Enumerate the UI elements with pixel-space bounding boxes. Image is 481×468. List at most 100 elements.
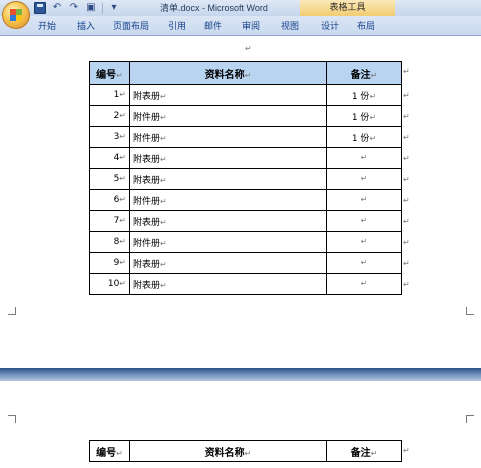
cell-name[interactable]: 附表册↵	[129, 84, 327, 106]
office-button[interactable]	[2, 1, 30, 29]
title-bar: ↶ ↷ ▣ ▾ 清单.docx - Microsoft Word 表格工具	[0, 0, 481, 29]
cell-name[interactable]: 附件册↵	[129, 189, 327, 211]
cell-name[interactable]: 附件册↵	[129, 126, 327, 148]
header-cell-note[interactable]: 备注↵	[326, 440, 402, 462]
table-row: 5↵ 附表册↵ ↵	[89, 168, 402, 190]
row-end-mark: ↵	[403, 196, 410, 205]
row-end-mark: ↵	[403, 154, 410, 163]
header-number-label: 编号	[96, 447, 117, 459]
paragraph-mark: ↵	[245, 44, 252, 53]
tab-design[interactable]: 设计	[321, 19, 339, 32]
tab-page-layout[interactable]: 页面布局	[113, 19, 149, 32]
cell-mark: ↵	[119, 279, 126, 288]
ribbon-tab-bar: 开始 插入 页面布局 引用 邮件 审阅 视图 设计 布局	[0, 16, 481, 36]
row-name: 附件册	[133, 133, 161, 144]
table-row: 6↵ 附件册↵ ↵	[89, 189, 402, 211]
header-cell-note[interactable]: 备注↵	[326, 61, 402, 85]
header-note-label: 备注	[350, 69, 371, 81]
header-cell-number[interactable]: 编号↵	[89, 440, 130, 462]
cell-number[interactable]: 8↵	[89, 231, 130, 253]
tab-layout[interactable]: 布局	[357, 19, 375, 32]
cell-note[interactable]: ↵	[326, 189, 402, 211]
cell-mark: ↵	[160, 175, 167, 185]
cell-number[interactable]: 10↵	[89, 273, 130, 295]
cell-name[interactable]: 附表册↵	[129, 168, 327, 190]
cell-name[interactable]: 附表册↵	[129, 273, 327, 295]
cell-mark: ↵	[119, 216, 126, 225]
row-end-mark: ↵	[403, 217, 410, 226]
row-name: 附件册	[133, 112, 161, 123]
cell-note[interactable]: ↵	[326, 252, 402, 274]
cell-note[interactable]: 1 份↵	[326, 105, 402, 127]
cell-note[interactable]: ↵	[326, 273, 402, 295]
cell-mark: ↵	[119, 90, 126, 99]
tab-review[interactable]: 审阅	[242, 19, 260, 32]
cell-note[interactable]: ↵	[326, 231, 402, 253]
tab-insert[interactable]: 插入	[77, 19, 95, 32]
cell-mark: ↵	[119, 258, 126, 267]
header-cell-name[interactable]: 资料名称↵	[129, 61, 327, 85]
header-name-label: 资料名称	[204, 69, 245, 81]
cell-number[interactable]: 5↵	[89, 168, 130, 190]
table-row: 2↵ 附件册↵ 1 份↵	[89, 105, 402, 127]
cell-mark: ↵	[160, 196, 167, 206]
table-row: 1↵ 附表册↵ 1 份↵	[89, 84, 402, 106]
page-gap	[0, 368, 481, 381]
cell-name[interactable]: 附件册↵	[129, 231, 327, 253]
row-end-mark: ↵	[403, 280, 410, 289]
cell-name[interactable]: 附件册↵	[129, 105, 327, 127]
material-list-table-page2[interactable]: 编号↵ 资料名称↵ 备注↵	[89, 440, 402, 462]
cell-mark: ↵	[360, 216, 368, 225]
cell-name[interactable]: 附表册↵	[129, 147, 327, 169]
document-area[interactable]: ↵ 编号↵ 资料名称↵ 备注↵ 1↵ 附表册↵ 1 份↵ 2↵ 附件册↵ 1 份…	[0, 37, 481, 468]
print-icon[interactable]: ▣	[85, 2, 97, 14]
cell-mark: ↵	[119, 132, 126, 141]
header-cell-name[interactable]: 资料名称↵	[129, 440, 327, 462]
cell-mark: ↵	[160, 112, 167, 122]
header-cell-number[interactable]: 编号↵	[89, 61, 130, 85]
cell-number[interactable]: 1↵	[89, 84, 130, 106]
cell-mark: ↵	[160, 259, 167, 269]
cell-mark: ↵	[119, 111, 126, 120]
cell-number[interactable]: 9↵	[89, 252, 130, 274]
cell-note[interactable]: 1 份↵	[326, 126, 402, 148]
cell-note[interactable]: 1 份↵	[326, 84, 402, 106]
cell-mark: ↵	[119, 195, 126, 204]
row-end-mark: ↵	[403, 446, 410, 455]
material-list-table[interactable]: 编号↵ 资料名称↵ 备注↵ 1↵ 附表册↵ 1 份↵ 2↵ 附件册↵ 1 份↵ …	[89, 61, 402, 295]
row-name: 附件册	[133, 196, 161, 207]
row-end-mark: ↵	[403, 133, 410, 142]
cell-note[interactable]: ↵	[326, 210, 402, 232]
redo-icon[interactable]: ↷	[68, 2, 80, 14]
save-icon[interactable]	[34, 2, 46, 14]
undo-icon[interactable]: ↶	[51, 2, 63, 14]
cell-mark: ↵	[119, 153, 126, 162]
cell-name[interactable]: 附表册↵	[129, 252, 327, 274]
cell-number[interactable]: 3↵	[89, 126, 130, 148]
cell-mark: ↵	[370, 70, 378, 80]
cell-note[interactable]: ↵	[326, 147, 402, 169]
cell-number[interactable]: 4↵	[89, 147, 130, 169]
cell-mark: ↵	[360, 237, 368, 246]
row-name: 附表册	[133, 175, 161, 186]
row-name: 附表册	[133, 217, 161, 228]
tab-mailings[interactable]: 邮件	[204, 19, 222, 32]
table-header-row: 编号↵ 资料名称↵ 备注↵	[89, 440, 402, 462]
cell-number[interactable]: 2↵	[89, 105, 130, 127]
tab-home[interactable]: 开始	[38, 19, 56, 32]
tab-view[interactable]: 视图	[281, 19, 299, 32]
cell-note[interactable]: ↵	[326, 168, 402, 190]
cell-mark: ↵	[360, 258, 368, 267]
row-end-mark: ↵	[403, 259, 410, 268]
tab-references[interactable]: 引用	[168, 19, 186, 32]
cell-number[interactable]: 6↵	[89, 189, 130, 211]
cell-number[interactable]: 7↵	[89, 210, 130, 232]
cell-mark: ↵	[360, 195, 368, 204]
table-row: 7↵ 附表册↵ ↵	[89, 210, 402, 232]
customize-dropdown-icon[interactable]: ▾	[108, 2, 120, 14]
cell-mark: ↵	[244, 448, 252, 458]
cell-name[interactable]: 附表册↵	[129, 210, 327, 232]
header-note-label: 备注	[350, 447, 371, 459]
cell-mark: ↵	[119, 174, 126, 183]
table-row: 8↵ 附件册↵ ↵	[89, 231, 402, 253]
